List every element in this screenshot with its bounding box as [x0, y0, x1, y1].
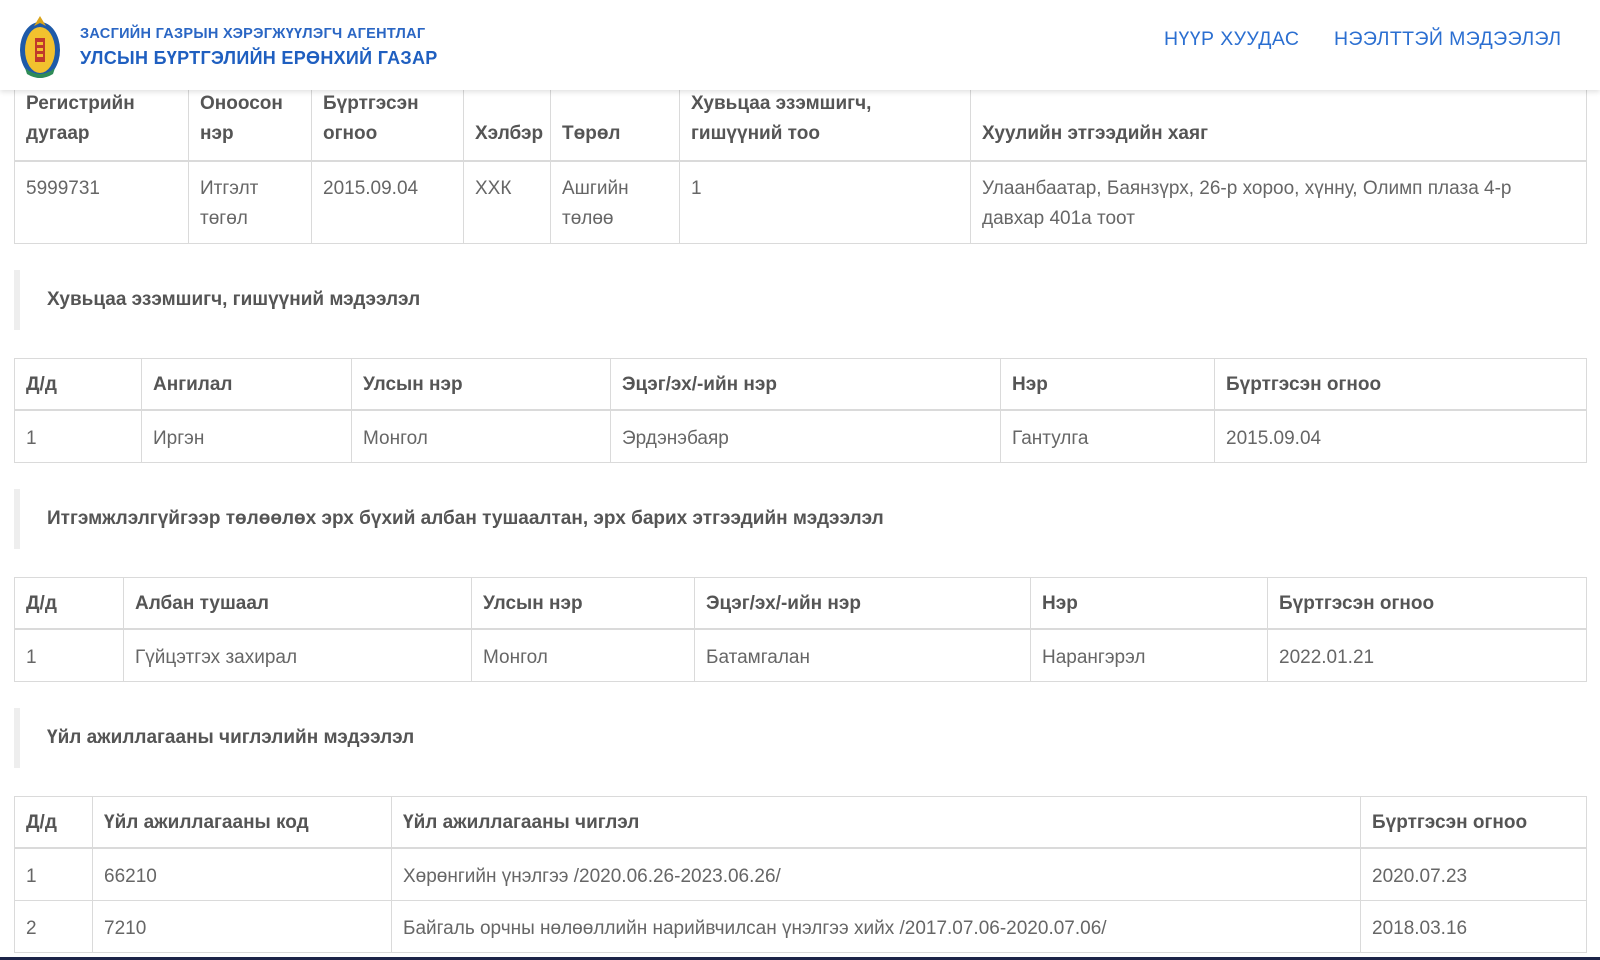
column-header: Бүртгэсэн огноо — [311, 88, 464, 162]
table-cell: 66210 — [92, 847, 392, 901]
table-header-row: Д/д Албан тушаал Улсын нэр Эцэг/эх/-ийн … — [14, 576, 1587, 630]
registration-date: 2015.09.04 — [311, 160, 464, 244]
column-header: Үйл ажиллагааны код — [92, 795, 392, 849]
nav-home-link[interactable]: НҮҮР ХУУДАС — [1164, 28, 1299, 51]
column-header: Эцэг/эх/-ийн нэр — [694, 576, 1031, 630]
site-header: ЗАСГИЙН ГАЗРЫН ХЭРЭГЖҮҮЛЭГЧ АГЕНТЛАГ УЛС… — [0, 0, 1600, 90]
shareholders-table: Д/д Ангилал Улсын нэр Эцэг/эх/-ийн нэр Н… — [14, 357, 1587, 463]
column-header: Эцэг/эх/-ийн нэр — [610, 357, 1001, 411]
entity-table: Регистрийн дугаар Оноосон нэр Бүртгэсэн … — [14, 88, 1587, 244]
table-cell: Иргэн — [141, 409, 352, 463]
section-title-activities: Үйл ажиллагааны чиглэлийн мэдээлэл — [14, 707, 1587, 768]
section-title-officials: Итгэмжлэлгүйгээр төлөөлөх эрх бүхий алба… — [14, 488, 1587, 549]
org-name: УЛСЫН БҮРТГЭЛИЙН ЕРӨНХИЙ ГАЗАР — [80, 48, 438, 68]
state-emblem-logo[interactable] — [17, 10, 63, 82]
table-cell: Байгаль орчны нөлөөллийн нарийвчилсан үн… — [391, 899, 1361, 953]
table-cell: 1 — [14, 847, 93, 901]
column-header: Регистрийн дугаар — [14, 88, 189, 162]
table-row: 2 7210 Байгаль орчны нөлөөллийн нарийвчи… — [14, 899, 1587, 953]
agency-line: ЗАСГИЙН ГАЗРЫН ХЭРЭГЖҮҮЛЭГЧ АГЕНТЛАГ — [80, 26, 426, 42]
column-header: Улсын нэр — [351, 357, 611, 411]
entity-address: Улаанбаатар, Баянзүрх, 26-р хороо, хүнну… — [970, 160, 1587, 244]
column-header: Д/д — [14, 795, 93, 849]
shareholder-count: 1 — [679, 160, 971, 244]
activities-table: Д/д Үйл ажиллагааны код Үйл ажиллагааны … — [14, 795, 1587, 953]
table-cell: Гүйцэтгэх захирал — [123, 628, 472, 682]
table-header-row: Д/д Ангилал Улсын нэр Эцэг/эх/-ийн нэр Н… — [14, 357, 1587, 411]
table-cell: 2022.01.21 — [1267, 628, 1587, 682]
table-cell: 7210 — [92, 899, 392, 953]
table-cell: Эрдэнэбаяр — [610, 409, 1001, 463]
column-header: Оноосон нэр — [188, 88, 312, 162]
column-header: Улсын нэр — [471, 576, 695, 630]
column-header: Хэлбэр — [463, 88, 551, 162]
entity-name: Итгэлт төгөл — [188, 160, 312, 244]
column-header: Д/д — [14, 576, 124, 630]
column-header: Бүртгэсэн огноо — [1267, 576, 1587, 630]
table-cell: Гантулга — [1000, 409, 1215, 463]
section-title-shareholders: Хувьцаа эзэмшигч, гишүүний мэдээлэл — [14, 269, 1587, 330]
table-cell: 1 — [14, 628, 124, 682]
table-cell: 1 — [14, 409, 142, 463]
table-header-row: Регистрийн дугаар Оноосон нэр Бүртгэсэн … — [14, 88, 1587, 162]
entity-type: Ашгийн төлөө — [550, 160, 680, 244]
column-header: Албан тушаал — [123, 576, 472, 630]
column-header: Бүртгэсэн огноо — [1214, 357, 1587, 411]
table-cell: 2015.09.04 — [1214, 409, 1587, 463]
column-header: Нэр — [1000, 357, 1215, 411]
column-header: Үйл ажиллагааны чиглэл — [391, 795, 1361, 849]
column-header: Хувьцаа эзэмшигч, гишүүний тоо — [679, 88, 971, 162]
main-content: Регистрийн дугаар Оноосон нэр Бүртгэсэн … — [14, 88, 1587, 953]
table-cell: 2018.03.16 — [1360, 899, 1587, 953]
table-cell: Монгол — [351, 409, 611, 463]
table-cell: Батамгалан — [694, 628, 1031, 682]
table-row: 5999731 Итгэлт төгөл 2015.09.04 ХХК Ашги… — [14, 160, 1587, 244]
officials-table: Д/д Албан тушаал Улсын нэр Эцэг/эх/-ийн … — [14, 576, 1587, 682]
register-number: 5999731 — [14, 160, 189, 244]
table-row: 1 Гүйцэтгэх захирал Монгол Батамгалан На… — [14, 628, 1587, 682]
entity-form: ХХК — [463, 160, 551, 244]
column-header: Д/д — [14, 357, 142, 411]
table-cell: Монгол — [471, 628, 695, 682]
table-row: 1 Иргэн Монгол Эрдэнэбаяр Гантулга 2015.… — [14, 409, 1587, 463]
column-header: Хуулийн этгээдийн хаяг — [970, 88, 1587, 162]
table-row: 1 66210 Хөрөнгийн үнэлгээ /2020.06.26-20… — [14, 847, 1587, 901]
column-header: Бүртгэсэн огноо — [1360, 795, 1587, 849]
column-header: Ангилал — [141, 357, 352, 411]
table-cell: Хөрөнгийн үнэлгээ /2020.06.26-2023.06.26… — [391, 847, 1361, 901]
column-header: Төрөл — [550, 88, 680, 162]
table-header-row: Д/д Үйл ажиллагааны код Үйл ажиллагааны … — [14, 795, 1587, 849]
table-cell: 2 — [14, 899, 93, 953]
table-cell: 2020.07.23 — [1360, 847, 1587, 901]
nav-open-data-link[interactable]: НЭЭЛТТЭЙ МЭДЭЭЛЭЛ — [1334, 28, 1562, 51]
table-cell: Нарангэрэл — [1030, 628, 1268, 682]
column-header: Нэр — [1030, 576, 1268, 630]
